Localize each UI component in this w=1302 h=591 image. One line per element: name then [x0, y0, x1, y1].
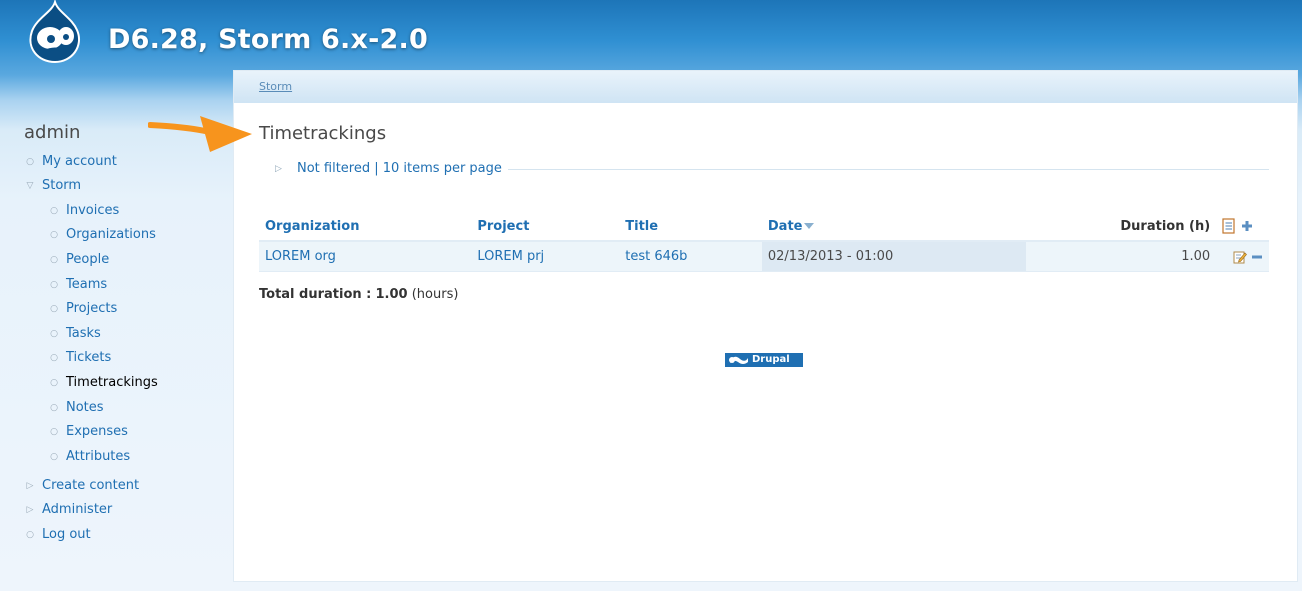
sort-link-project[interactable]: Project: [477, 219, 529, 234]
sidebar-title: admin: [24, 122, 81, 143]
circle-bullet-icon: ○: [50, 427, 58, 437]
sidebar-item-label[interactable]: Administer: [42, 500, 112, 520]
circle-bullet-icon: ○: [50, 353, 58, 363]
edit-icon[interactable]: [1233, 250, 1247, 264]
table-header-row: Organization Project Title Date Duration…: [259, 212, 1269, 242]
site-name[interactable]: D6.28, Storm 6.x-2.0: [108, 24, 428, 55]
sidebar-item-label[interactable]: Teams: [66, 275, 107, 295]
cell-project[interactable]: LOREM prj: [471, 241, 620, 272]
sort-descending-icon: [804, 223, 815, 229]
drupal-drop-icon: [725, 353, 749, 367]
table-row: LOREM org LOREM prj test 646b 02/13/2013…: [259, 241, 1269, 272]
sidebar-item-label[interactable]: Tickets: [66, 348, 111, 368]
breadcrumb: Storm: [234, 71, 1297, 103]
annotation-arrow-icon: [148, 116, 252, 152]
cell-organization[interactable]: LOREM org: [259, 241, 472, 272]
breadcrumb-link-storm[interactable]: Storm: [259, 80, 292, 93]
column-header-organization[interactable]: Organization: [259, 212, 472, 242]
circle-bullet-icon: ○: [50, 255, 58, 265]
column-header-title[interactable]: Title: [619, 212, 762, 242]
filter-fieldset-toggle[interactable]: ▷ Not filtered | 10 items per page: [259, 159, 508, 179]
organization-link[interactable]: LOREM org: [265, 249, 336, 264]
sidebar-item-label[interactable]: Organizations: [66, 225, 156, 245]
sidebar-item-label[interactable]: My account: [42, 152, 117, 172]
column-header-actions: [1216, 212, 1269, 242]
timetrackings-table: Organization Project Title Date Duration…: [259, 212, 1269, 272]
collapsed-triangle-icon: ▷: [26, 505, 34, 515]
circle-bullet-icon: ○: [50, 452, 58, 462]
sidebar-item-label[interactable]: Expenses: [66, 422, 128, 442]
column-header-project[interactable]: Project: [471, 212, 620, 242]
cell-actions: [1216, 241, 1269, 272]
collapsed-triangle-icon: ▷: [275, 164, 282, 174]
total-duration: Total duration : 1.00 (hours): [259, 287, 458, 302]
circle-bullet-icon: ○: [50, 304, 58, 314]
sort-link-date[interactable]: Date: [768, 219, 803, 234]
title-link[interactable]: test 646b: [625, 249, 687, 264]
cell-title[interactable]: test 646b: [619, 241, 762, 272]
circle-bullet-icon: ○: [50, 329, 58, 339]
circle-bullet-icon: ○: [50, 403, 58, 413]
total-duration-label: Total duration :: [259, 287, 372, 302]
project-link[interactable]: LOREM prj: [477, 249, 544, 264]
collapsed-triangle-icon: ▷: [26, 481, 34, 491]
circle-bullet-icon: ○: [26, 530, 34, 540]
sidebar-item-label[interactable]: Timetrackings: [66, 373, 158, 393]
cell-date: 02/13/2013 - 01:00: [761, 241, 1026, 272]
column-header-duration: Duration (h): [1025, 212, 1217, 242]
delete-icon[interactable]: [1251, 251, 1263, 263]
expanded-triangle-icon: ▽: [26, 181, 34, 191]
main-content: Storm Timetrackings ▷ Not filtered | 10 …: [233, 70, 1298, 582]
filter-toggle-link[interactable]: Not filtered | 10 items per page: [297, 161, 502, 176]
sidebar-item-label[interactable]: Invoices: [66, 201, 119, 221]
powered-by-drupal-badge[interactable]: Drupal: [725, 353, 803, 367]
sidebar-item-label[interactable]: Log out: [42, 525, 91, 545]
sidebar-item-label[interactable]: Storm: [42, 176, 81, 196]
circle-bullet-icon: ○: [50, 280, 58, 290]
cell-duration: 1.00: [1025, 241, 1217, 272]
circle-bullet-icon: ○: [50, 378, 58, 388]
sort-link-title[interactable]: Title: [625, 219, 658, 234]
sidebar-item-label[interactable]: Create content: [42, 476, 139, 496]
sidebar-item-label[interactable]: Attributes: [66, 447, 130, 467]
sort-link-organization[interactable]: Organization: [265, 219, 359, 234]
circle-bullet-icon: ○: [26, 157, 34, 167]
add-icon[interactable]: [1241, 220, 1253, 232]
circle-bullet-icon: ○: [50, 206, 58, 216]
sidebar-item-label[interactable]: Projects: [66, 299, 117, 319]
total-duration-unit: (hours): [411, 287, 459, 302]
sidebar-item-label[interactable]: People: [66, 250, 109, 270]
sidebar-item-label[interactable]: Tasks: [66, 324, 101, 344]
drupal-badge-label: Drupal: [752, 354, 790, 365]
circle-bullet-icon: ○: [50, 230, 58, 240]
page-title: Timetrackings: [259, 123, 387, 144]
drupal-logo-icon[interactable]: [22, 0, 88, 66]
report-icon[interactable]: [1222, 218, 1236, 234]
total-duration-value: 1.00: [375, 287, 408, 302]
column-header-date[interactable]: Date: [761, 212, 1026, 242]
sidebar-item-label[interactable]: Notes: [66, 398, 104, 418]
